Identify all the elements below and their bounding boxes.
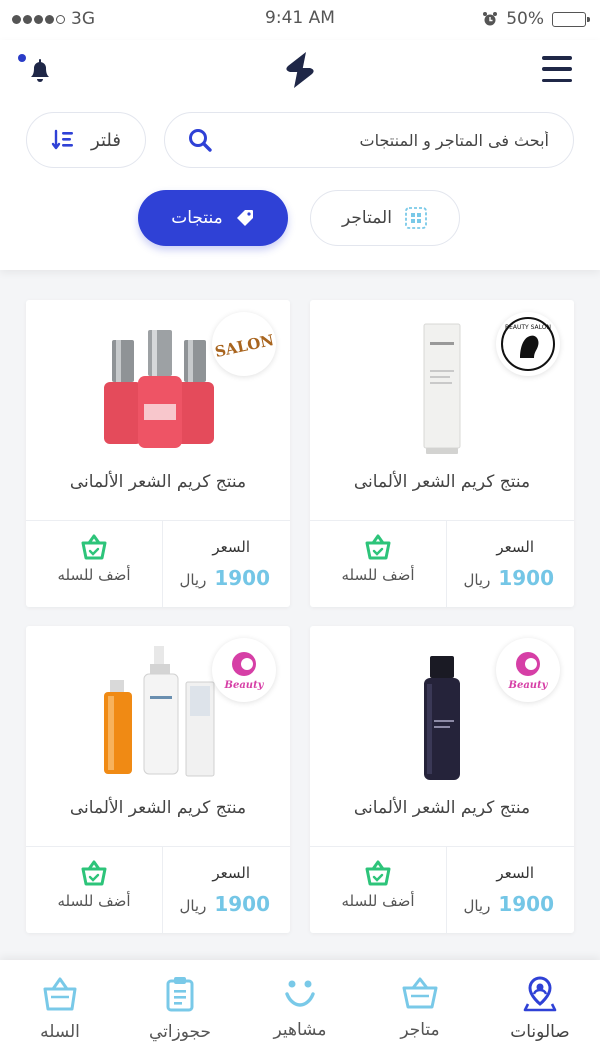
store-logo: BEAUTY SALON: [496, 312, 560, 376]
store-grid-icon: [405, 207, 427, 229]
clipboard-icon: [166, 977, 194, 1012]
price: 1900 ريال: [463, 566, 554, 590]
tab-stores-label: المتاجر: [342, 208, 392, 228]
add-to-cart-label: أضف للسله: [57, 892, 131, 910]
price: 1900 ريال: [463, 892, 554, 916]
tab-stores-nav[interactable]: متاجر: [360, 960, 480, 1064]
store-logo-text: Beauty: [508, 680, 549, 691]
price-label: السعر: [496, 864, 534, 882]
store-logo-text: Beauty: [224, 680, 265, 691]
app-logo: [278, 48, 322, 92]
search-bar[interactable]: [164, 112, 574, 168]
add-to-cart-button[interactable]: أضف للسله: [310, 860, 446, 910]
tab-stores-nav-label: متاجر: [400, 1020, 440, 1040]
product-card[interactable]: Beauty منتج كريم الشعر الألمانى السعر 19…: [26, 626, 290, 933]
product-card[interactable]: Beauty منتج كريم الشعر الألمانى السعر 19…: [310, 626, 574, 933]
currency: ريال: [463, 571, 491, 589]
location-pin-icon: [523, 976, 557, 1012]
price-label: السعر: [212, 538, 250, 556]
product-card[interactable]: SALON منتج كريم الشعر الألمانى السعر 190…: [26, 300, 290, 607]
basket-icon: [402, 977, 438, 1009]
menu-icon[interactable]: [542, 56, 572, 82]
add-to-cart-button[interactable]: أضف للسله: [26, 534, 162, 584]
bell-icon: [31, 59, 49, 82]
add-to-cart-label: أضف للسله: [57, 566, 131, 584]
tab-products-label: منتجات: [171, 208, 223, 228]
search-icon: [189, 129, 212, 152]
tab-celebrities[interactable]: مشاهير: [240, 960, 360, 1064]
battery-area: 50%: [482, 9, 590, 29]
tab-cart-label: السله: [40, 1022, 80, 1042]
battery-percent: 50%: [506, 9, 544, 29]
tab-salons[interactable]: صالونات: [480, 960, 600, 1064]
status-bar: 3G 9:41 AM 50%: [0, 0, 600, 40]
tab-stores[interactable]: المتاجر: [310, 190, 460, 246]
filter-button[interactable]: فلتر: [26, 112, 146, 168]
add-to-cart-label: أضف للسله: [341, 566, 415, 584]
price-value: 1900: [214, 892, 270, 916]
price-value: 1900: [214, 566, 270, 590]
store-logo-text: SALON: [214, 331, 274, 361]
filter-label: فلتر: [91, 129, 121, 151]
shopping-bag-icon: [43, 977, 77, 1011]
currency: ريال: [179, 571, 207, 589]
product-name: منتج كريم الشعر الألمانى: [69, 472, 247, 492]
tab-cart[interactable]: السله: [0, 960, 120, 1064]
app-header: فلتر منتجات المتاجر: [0, 40, 600, 270]
currency: ريال: [463, 897, 491, 915]
store-logo: Beauty: [212, 638, 276, 702]
product-card[interactable]: BEAUTY SALON منتج كريم الشعر الألمانى ال…: [310, 300, 574, 607]
add-to-cart-label: أضف للسله: [341, 892, 415, 910]
price: 1900 ريال: [179, 566, 270, 590]
tag-icon: [236, 210, 253, 226]
product-name: منتج كريم الشعر الألمانى: [353, 472, 531, 492]
search-input[interactable]: [229, 113, 549, 167]
bottom-tab-bar: صالونات متاجر مشاهير حجوزاتي السله: [0, 960, 600, 1064]
battery-icon: [552, 11, 590, 27]
store-logo: SALON: [212, 312, 276, 376]
store-logo-text: BEAUTY SALON: [505, 324, 551, 331]
product-name: منتج كريم الشعر الألمانى: [69, 798, 247, 818]
add-to-cart-button[interactable]: أضف للسله: [310, 534, 446, 584]
tab-products[interactable]: منتجات: [138, 190, 288, 246]
tab-salons-label: صالونات: [510, 1022, 570, 1042]
cart-basket-icon: [365, 860, 391, 886]
add-to-cart-button[interactable]: أضف للسله: [26, 860, 162, 910]
sort-icon: [51, 129, 74, 150]
cart-basket-icon: [81, 534, 107, 560]
tab-celebrities-label: مشاهير: [273, 1020, 327, 1040]
price-label: السعر: [212, 864, 250, 882]
currency: ريال: [179, 897, 207, 915]
price: 1900 ريال: [179, 892, 270, 916]
smile-icon: [285, 980, 315, 1007]
cart-basket-icon: [81, 860, 107, 886]
tab-bookings-label: حجوزاتي: [148, 1022, 212, 1042]
price-value: 1900: [498, 566, 554, 590]
notification-dot: [18, 54, 26, 62]
notifications-button[interactable]: [18, 50, 60, 90]
product-name: منتج كريم الشعر الألمانى: [353, 798, 531, 818]
cart-basket-icon: [365, 534, 391, 560]
price-value: 1900: [498, 892, 554, 916]
store-logo: Beauty: [496, 638, 560, 702]
price-label: السعر: [496, 538, 534, 556]
tab-bookings[interactable]: حجوزاتي: [120, 960, 240, 1064]
alarm-icon: [483, 12, 498, 26]
